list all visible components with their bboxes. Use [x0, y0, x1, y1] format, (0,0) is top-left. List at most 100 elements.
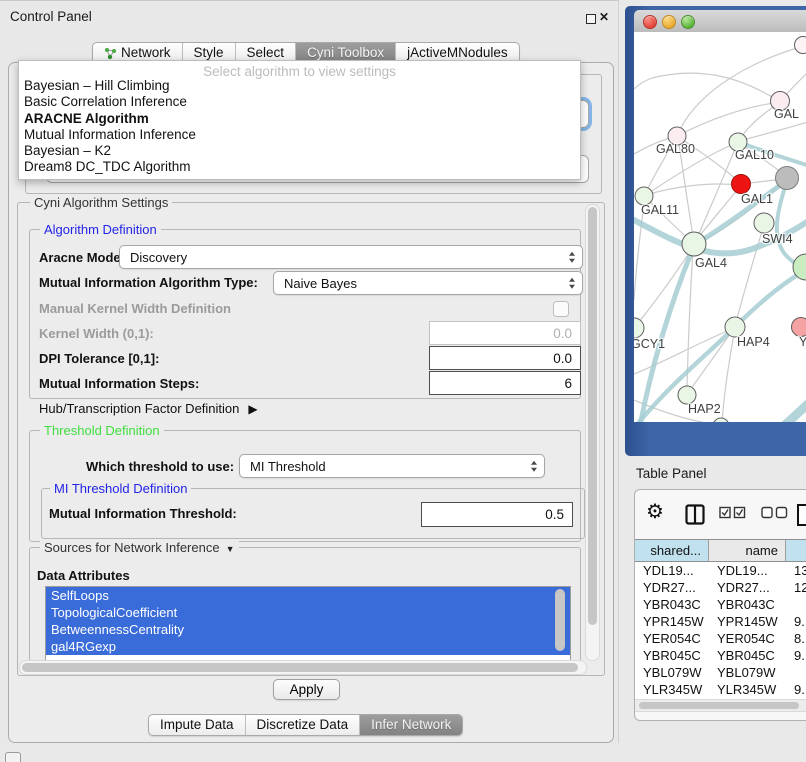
- table-cell: YER054C: [635, 630, 709, 647]
- tab-impute-data[interactable]: Impute Data: [149, 715, 246, 735]
- export-table-icon[interactable]: [796, 503, 806, 527]
- float-window-icon[interactable]: [586, 14, 596, 24]
- network-edge[interactable]: [635, 250, 691, 327]
- attribute-item-betweennesscentrality[interactable]: BetweennessCentrality: [46, 621, 570, 638]
- table-cell: 8.: [786, 630, 806, 647]
- deselect-all-columns-icon[interactable]: [761, 506, 788, 519]
- column-header-shared[interactable]: shared...: [635, 539, 709, 562]
- node-hap4-label: HAP4: [737, 335, 770, 349]
- node-top-partial[interactable]: [795, 37, 806, 54]
- network-canvas[interactable]: GALGAL80GAL10GAL1GAL11GAL4SWI4GCY1HAP4YH…: [634, 32, 806, 422]
- node-hub-gray[interactable]: [776, 167, 799, 190]
- algorithm-dropdown-popup: Select algorithm to view settings Bayesi…: [18, 60, 581, 180]
- node-bottom-partial[interactable]: [713, 418, 729, 422]
- list-vscrollbar-thumb[interactable]: [555, 589, 565, 651]
- data-attributes-list: SelfLoopsTopologicalCoefficientBetweenne…: [45, 586, 571, 661]
- table-cell: YBL079W: [635, 664, 709, 681]
- table-row[interactable]: YLR345WYLR345W9.: [635, 681, 806, 698]
- attribute-item-gal4rgexp[interactable]: gal4RGexp: [46, 638, 570, 655]
- gear-icon[interactable]: ⚙: [646, 502, 664, 522]
- manual-kernel-label: Manual Kernel Width Definition: [39, 301, 231, 316]
- node-swi4[interactable]: [754, 213, 774, 233]
- node-salmon[interactable]: [792, 318, 806, 337]
- table-cell: 13: [786, 562, 806, 579]
- mi-type-value: Naive Bayes: [284, 276, 357, 291]
- node-gal4-label: GAL4: [695, 256, 727, 270]
- mi-type-combo[interactable]: Naive Bayes: [273, 271, 583, 295]
- algorithm-option-aracne-algorithm[interactable]: ARACNE Algorithm: [19, 111, 580, 127]
- which-threshold-label: Which threshold to use:: [86, 459, 234, 474]
- table-hscrollbar[interactable]: [635, 699, 806, 712]
- column-header-name[interactable]: name: [709, 539, 786, 562]
- algorithm-option-basic-correlation-inference[interactable]: Basic Correlation Inference: [19, 94, 580, 110]
- apply-button[interactable]: Apply: [273, 679, 340, 700]
- algorithm-option-dream8-dc-tdc-algorithm[interactable]: Dream8 DC_TDC Algorithm: [19, 159, 580, 175]
- table-cell: 9.: [786, 647, 806, 664]
- kernel-width-field[interactable]: 0.0: [429, 321, 581, 345]
- network-window-titlebar[interactable]: [634, 10, 806, 33]
- table-hscrollbar-thumb[interactable]: [639, 702, 799, 709]
- node-hap4[interactable]: [725, 317, 745, 337]
- network-edge[interactable]: [677, 102, 780, 136]
- minimize-window-icon[interactable]: [662, 15, 676, 29]
- column-header-a[interactable]: A: [786, 539, 806, 562]
- dpi-tolerance-field[interactable]: 0.0: [429, 346, 581, 370]
- table-cell: YBR045C: [635, 647, 709, 664]
- tab-impute-data-label: Impute Data: [160, 715, 234, 735]
- table-panel-box: ⚙ shared...nameA YDL19...YDL19...13YDR27…: [634, 489, 806, 721]
- node-gal1[interactable]: [732, 175, 751, 194]
- network-icon: [104, 47, 117, 60]
- attribute-item-selfloops[interactable]: SelfLoops: [46, 587, 570, 604]
- list-vscrollbar[interactable]: [555, 589, 566, 651]
- table-cell: 9.: [786, 681, 806, 698]
- collapsed-panel-icon[interactable]: [5, 752, 21, 762]
- algorithm-option-mutual-information-inference[interactable]: Mutual Information Inference: [19, 127, 580, 143]
- network-edge[interactable]: [677, 46, 804, 136]
- node-gal4[interactable]: [682, 232, 706, 256]
- dropdown-items: Bayesian – Hill ClimbingBasic Correlatio…: [19, 78, 580, 176]
- table-body: YDL19...YDL19...13YDR27...YDR27...12YBR0…: [635, 562, 806, 700]
- table-cell: YBR043C: [709, 596, 786, 613]
- column-layout-icon[interactable]: [685, 504, 705, 525]
- settings-hscrollbar-thumb[interactable]: [22, 663, 578, 672]
- kernel-width-label: Kernel Width (0,1):: [39, 326, 154, 341]
- which-threshold-combo[interactable]: MI Threshold: [239, 454, 545, 478]
- select-all-columns-icon[interactable]: [719, 506, 746, 519]
- network-edge[interactable]: [634, 73, 780, 102]
- node-salmon-label: Y: [799, 335, 806, 349]
- network-edge[interactable]: [739, 122, 806, 141]
- settings-vscrollbar[interactable]: [585, 204, 600, 661]
- table-cell: YDR27...: [709, 579, 786, 596]
- table-cell: YDR27...: [635, 579, 709, 596]
- settings-vscrollbar-thumb[interactable]: [588, 207, 597, 625]
- node-gal-partial-label: GAL: [774, 107, 799, 121]
- algorithm-option-bayesian-hill-climbing[interactable]: Bayesian – Hill Climbing: [19, 78, 580, 94]
- table-row[interactable]: YDR27...YDR27...12: [635, 579, 806, 596]
- node-gcy1[interactable]: [634, 318, 644, 338]
- algorithm-option-bayesian-k2[interactable]: Bayesian – K2: [19, 143, 580, 159]
- attribute-item-topologicalcoefficient[interactable]: TopologicalCoefficient: [46, 604, 570, 621]
- network-edge[interactable]: [758, 402, 806, 422]
- table-row[interactable]: YDL19...YDL19...13: [635, 562, 806, 579]
- zoom-window-icon[interactable]: [681, 15, 695, 29]
- close-panel-icon[interactable]: ✕: [599, 10, 609, 24]
- mi-threshold-field[interactable]: 0.5: [421, 502, 573, 527]
- settings-hscrollbar[interactable]: [19, 660, 587, 675]
- hub-section-toggle[interactable]: Hub/Transcription Factor Definition ▶: [39, 401, 258, 416]
- tab-discretize-data[interactable]: Discretize Data: [246, 715, 361, 735]
- table-row[interactable]: YBR043CYBR043C: [635, 596, 806, 613]
- table-row[interactable]: YER054CYER054C8.: [635, 630, 806, 647]
- combo-arrows-icon: [569, 278, 575, 289]
- table-row[interactable]: YPR145WYPR145W9.: [635, 613, 806, 630]
- tab-infer-network[interactable]: Infer Network: [360, 715, 462, 735]
- data-attributes-label: Data Attributes: [37, 568, 130, 583]
- aracne-mode-combo[interactable]: Discovery: [119, 245, 583, 269]
- mi-steps-field[interactable]: 6: [429, 371, 581, 395]
- table-cell: YBL079W: [709, 664, 786, 681]
- manual-kernel-checkbox[interactable]: [553, 301, 569, 317]
- sources-title-wrap[interactable]: Sources for Network Inference▼: [40, 540, 239, 555]
- close-window-icon[interactable]: [643, 15, 657, 29]
- table-row[interactable]: YBL079WYBL079W: [635, 664, 806, 681]
- table-panel-title: Table Panel: [636, 466, 707, 481]
- table-row[interactable]: YBR045CYBR045C9.: [635, 647, 806, 664]
